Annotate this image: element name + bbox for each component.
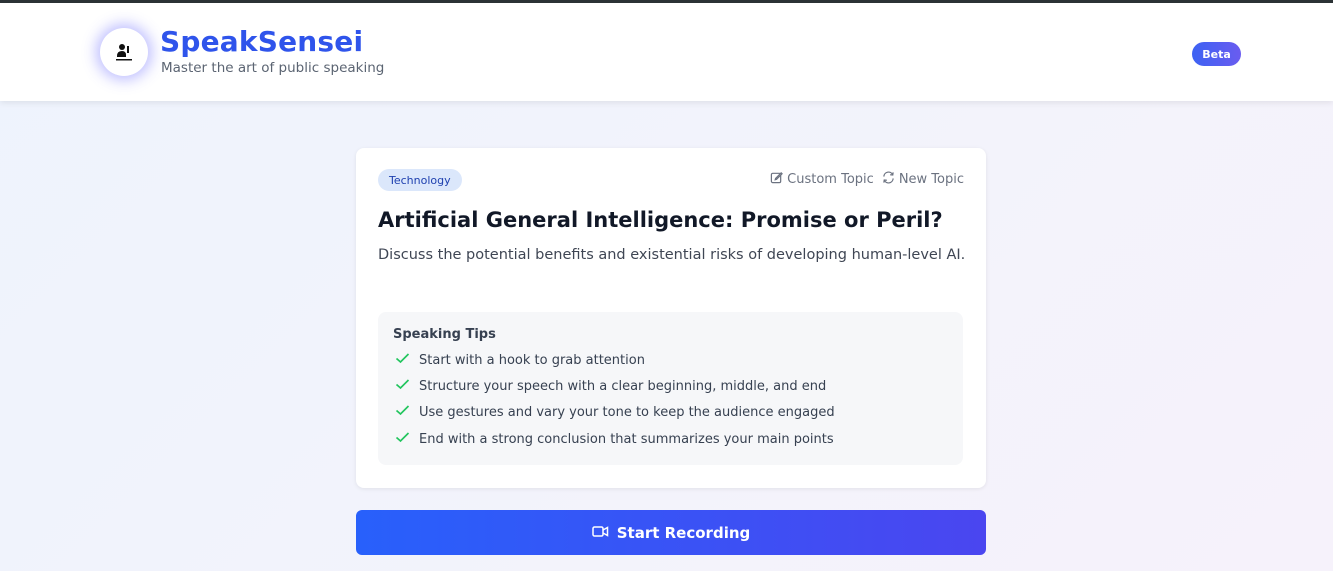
topic-title: Artificial General Intelligence: Promise… [378, 208, 943, 232]
tips-heading: Speaking Tips [393, 327, 496, 342]
custom-topic-label: Custom Topic [787, 172, 874, 187]
app-subtitle: Master the art of public speaking [161, 60, 385, 76]
check-icon [395, 378, 410, 394]
speaker-logo-icon[interactable] [100, 28, 148, 76]
refresh-icon [882, 171, 895, 188]
tip-item: Start with a hook to grab attention [395, 352, 645, 368]
tip-text: End with a strong conclusion that summar… [419, 431, 834, 447]
app-header: SpeakSensei Master the art of public spe… [0, 3, 1333, 101]
tip-text: Structure your speech with a clear begin… [419, 378, 827, 394]
app-title: SpeakSensei [160, 25, 364, 58]
new-topic-button[interactable]: New Topic [882, 171, 964, 188]
check-icon [395, 404, 410, 420]
edit-icon [770, 171, 784, 188]
tip-item: Structure your speech with a clear begin… [395, 378, 826, 394]
topic-description: Discuss the potential benefits and exist… [378, 247, 966, 263]
check-icon [395, 431, 410, 447]
beta-badge: Beta [1192, 42, 1241, 66]
topic-actions: Custom Topic New Topic [770, 171, 964, 188]
new-topic-label: New Topic [898, 172, 964, 187]
start-recording-label: Start Recording [616, 523, 751, 542]
tip-text: Use gestures and vary your tone to keep … [419, 404, 835, 420]
custom-topic-button[interactable]: Custom Topic [770, 171, 874, 188]
start-recording-button[interactable]: Start Recording [356, 510, 986, 555]
tip-item: End with a strong conclusion that summar… [395, 431, 834, 447]
speaking-tips-panel: Speaking Tips Start with a hook to grab … [378, 312, 963, 465]
category-tag: Technology [378, 169, 462, 191]
topic-card: Technology Custom Topic New Topic Artifi… [356, 148, 986, 488]
tip-item: Use gestures and vary your tone to keep … [395, 404, 835, 420]
video-camera-icon [592, 524, 609, 542]
check-icon [395, 352, 410, 368]
tip-text: Start with a hook to grab attention [419, 352, 645, 368]
